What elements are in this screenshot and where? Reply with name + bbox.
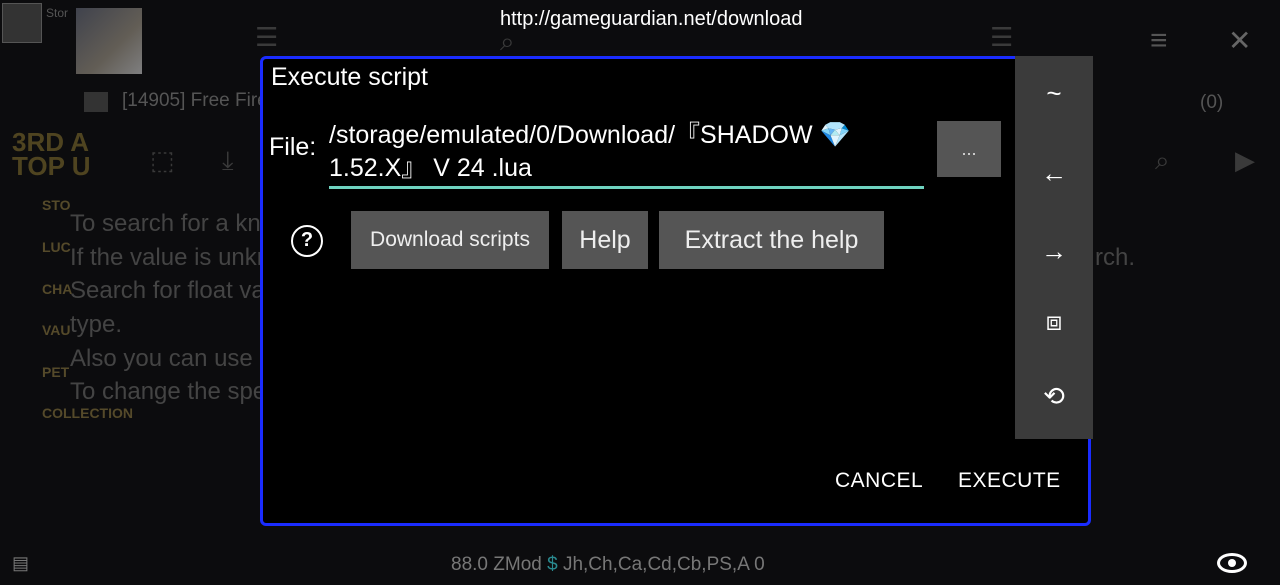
- anniversary-banner: 3RD A TOP U: [12, 127, 91, 181]
- arrow-left-icon[interactable]: ←: [1015, 158, 1093, 189]
- close-icon[interactable]: ✕: [1228, 24, 1251, 57]
- download-scripts-button[interactable]: Download scripts: [351, 211, 549, 269]
- execute-script-dialog: Execute script File: /storage/emulated/0…: [260, 56, 1093, 526]
- menu-item: VAU: [42, 322, 71, 338]
- status-bar: 88.0 ZMod $ Jh,Ch,Ca,Cd,Cb,PS,A 0: [451, 554, 765, 576]
- status-dollar: $: [547, 554, 558, 575]
- status-suffix: Jh,Ch,Ca,Cd,Cb,PS,A 0: [557, 554, 765, 575]
- url-text: http://gameguardian.net/download: [500, 8, 803, 30]
- pause-icon[interactable]: [84, 92, 108, 112]
- play-icon[interactable]: ▶: [1235, 145, 1255, 176]
- menu-icon[interactable]: ≡: [1150, 24, 1168, 58]
- no-select-icon[interactable]: ⬚: [150, 145, 175, 176]
- search-icon[interactable]: ⌕: [500, 26, 515, 58]
- input-underline: [329, 186, 924, 189]
- status-prefix: 88.0 ZMod: [451, 554, 548, 575]
- browse-button[interactable]: ...: [937, 121, 1001, 177]
- side-panel: ~ ← → ⧈ ⟲: [1015, 56, 1093, 439]
- extract-help-button[interactable]: Extract the help: [659, 211, 884, 269]
- help-line: rch.: [1095, 244, 1136, 271]
- game-icon: [76, 8, 142, 74]
- download-icon[interactable]: ⤓: [222, 145, 234, 177]
- menu-item: COLLECTION: [42, 405, 133, 421]
- tilde-icon[interactable]: ~: [1015, 78, 1093, 109]
- help-icon[interactable]: ?: [291, 225, 323, 257]
- arrow-right-icon[interactable]: →: [1015, 236, 1093, 267]
- select-icon[interactable]: ⧈: [1015, 306, 1093, 338]
- search-icon-2[interactable]: ⌕: [1155, 145, 1170, 177]
- menu-item: PET: [42, 364, 70, 380]
- dialog-title: Execute script: [271, 63, 429, 91]
- chat-icon[interactable]: ▤: [12, 553, 29, 574]
- menu-item: CHA: [42, 281, 73, 297]
- help-line: type.: [70, 311, 123, 338]
- menu-item: STO: [42, 197, 71, 213]
- avatar: [2, 3, 42, 43]
- cancel-button[interactable]: CANCEL: [835, 469, 923, 493]
- counter: (0): [1200, 92, 1224, 113]
- history-icon[interactable]: ⟲: [1015, 381, 1093, 412]
- filter-icon[interactable]: ☰: [255, 22, 278, 53]
- avatar-label: Stor: [46, 6, 69, 20]
- menu-item: LUC: [42, 239, 71, 255]
- file-path-input[interactable]: /storage/emulated/0/Download/『SHADOW 💎 1…: [329, 119, 929, 185]
- help-button[interactable]: Help: [562, 211, 648, 269]
- execute-button[interactable]: EXECUTE: [958, 469, 1061, 493]
- file-label: File:: [269, 133, 317, 161]
- eye-icon[interactable]: [1217, 553, 1247, 573]
- list-icon[interactable]: ☰: [990, 22, 1013, 53]
